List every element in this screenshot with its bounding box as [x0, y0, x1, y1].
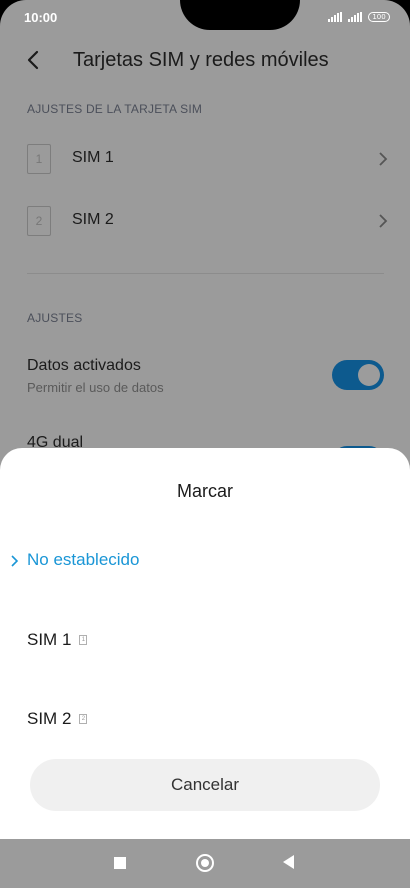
sim-row-1[interactable]: 1 SIM 1	[0, 133, 410, 185]
status-bar: 10:00 100	[0, 0, 410, 36]
sheet-title: Marcar	[176, 481, 233, 501]
option-sim-2[interactable]: SIM 22	[0, 697, 410, 741]
sim-row-label: SIM 1	[72, 149, 114, 166]
option-label: No establecido	[27, 550, 140, 569]
divider	[27, 273, 384, 274]
option-not-set[interactable]: No establecido	[0, 538, 410, 582]
recents-icon[interactable]	[114, 857, 126, 869]
sim-2-icon: 2	[79, 714, 88, 724]
chevron-right-icon	[379, 214, 388, 228]
page-title: Tarjetas SIM y redes móviles	[73, 49, 329, 71]
dial-sim-sheet: Marcar No establecido SIM 11 SIM 22 Canc…	[0, 448, 410, 839]
sim-1-icon: 1	[79, 635, 88, 645]
section-label-sim: AJUSTES DE LA TARJETA SIM	[27, 102, 203, 116]
status-time: 10:00	[24, 10, 58, 25]
signal-icon	[348, 12, 362, 22]
sim-card-icon: 1	[27, 144, 51, 174]
chevron-right-icon	[379, 152, 388, 166]
data-toggle-title: Datos activados	[27, 357, 141, 374]
selected-chevron-icon	[11, 555, 19, 567]
option-label: SIM 22	[27, 709, 88, 729]
battery-icon: 100	[368, 12, 390, 22]
option-sim-1[interactable]: SIM 11	[0, 618, 410, 662]
signal-icon	[328, 12, 342, 22]
data-toggle-switch[interactable]	[332, 360, 384, 390]
section-label-settings: AJUSTES	[27, 311, 83, 325]
navigation-bar	[0, 839, 410, 888]
screen: 10:00 100 Tarjetas SIM y redes móviles A…	[0, 0, 410, 888]
cancel-button[interactable]: Cancelar	[30, 759, 380, 811]
option-label: SIM 11	[27, 630, 88, 650]
toggle-knob	[358, 364, 380, 386]
sim-row-label: SIM 2	[72, 211, 114, 228]
header: Tarjetas SIM y redes móviles	[0, 40, 410, 80]
camera-notch	[180, 0, 300, 30]
sim-row-2[interactable]: 2 SIM 2	[0, 195, 410, 247]
back-arrow-icon[interactable]	[20, 46, 46, 74]
back-triangle-icon[interactable]	[283, 855, 294, 869]
home-icon[interactable]	[196, 854, 214, 872]
data-toggle-subtitle: Permitir el uso de datos	[27, 380, 164, 395]
status-icons: 100	[328, 12, 390, 22]
sim-card-icon: 2	[27, 206, 51, 236]
